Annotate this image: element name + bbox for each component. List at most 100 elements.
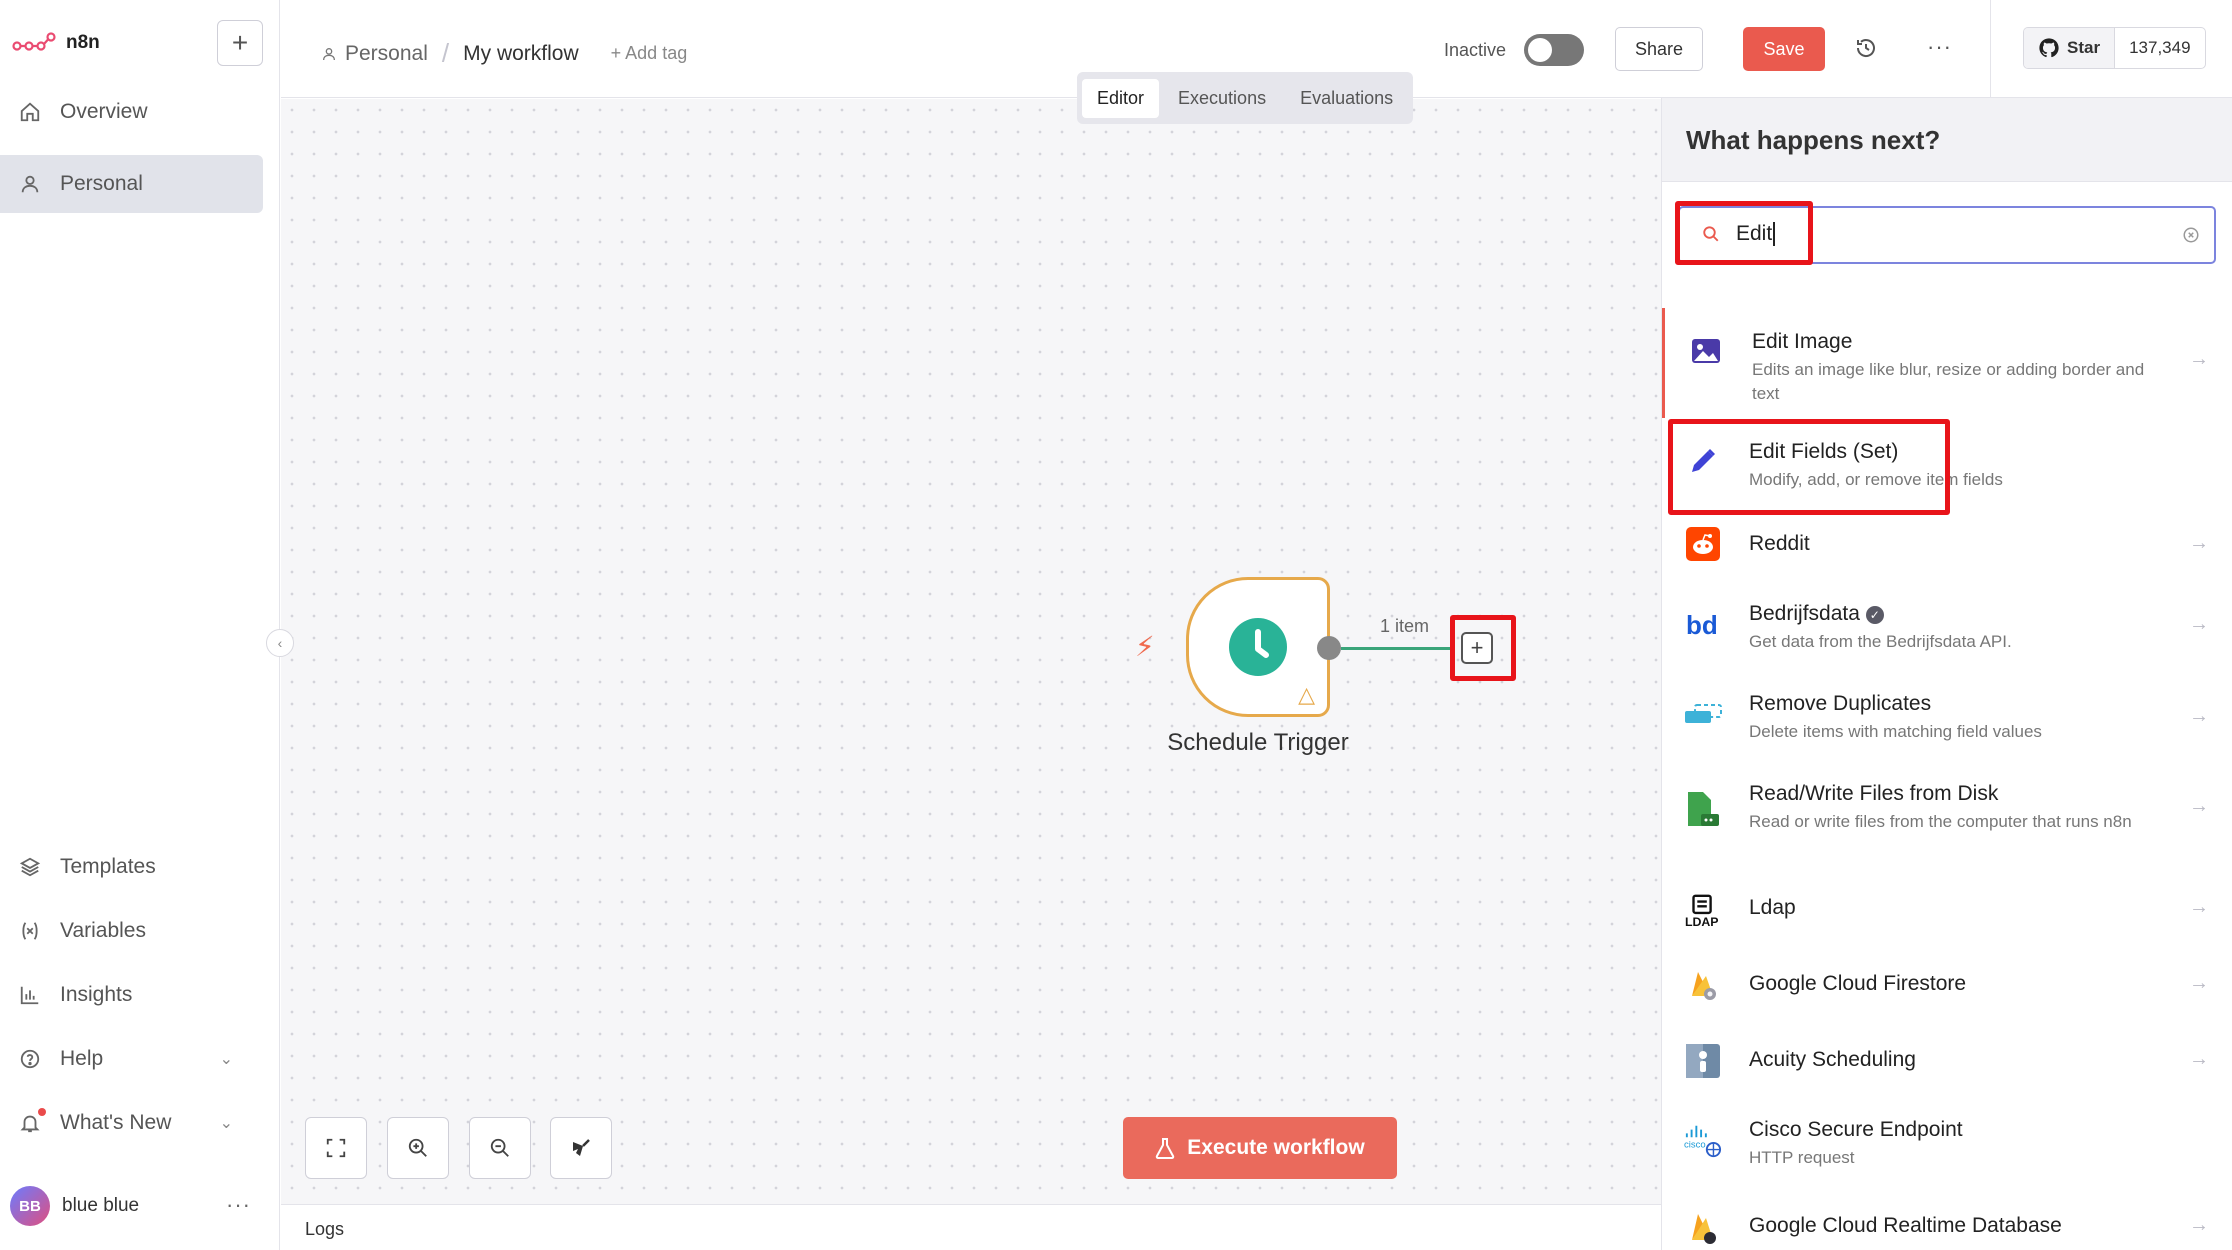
list-item-ldap[interactable]: LDAP Ldap → bbox=[1662, 872, 2232, 946]
tidy-up-button[interactable] bbox=[550, 1117, 612, 1179]
sidebar-item-whats-new[interactable]: What's New ⌄ bbox=[0, 1094, 263, 1152]
zoom-in-button[interactable] bbox=[387, 1117, 449, 1179]
svg-text:cisco: cisco bbox=[1684, 1140, 1706, 1151]
execute-workflow-button[interactable]: Execute workflow bbox=[1123, 1117, 1397, 1179]
tab-evaluations[interactable]: Evaluations bbox=[1285, 79, 1408, 118]
github-star-count: 137,349 bbox=[2129, 38, 2191, 57]
github-star[interactable]: Star bbox=[2024, 28, 2116, 68]
list-item-acuity-scheduling[interactable]: Acuity Scheduling → bbox=[1662, 1022, 2232, 1098]
collapse-sidebar-icon[interactable]: ‹ bbox=[266, 629, 294, 657]
list-item-edit-fields[interactable]: Edit Fields (Set) Modify, add, or remove… bbox=[1662, 418, 2232, 508]
save-button[interactable]: Save bbox=[1743, 27, 1825, 71]
share-button[interactable]: Share bbox=[1615, 27, 1703, 71]
list-item-reddit[interactable]: Reddit → bbox=[1662, 508, 2232, 580]
user-name: blue blue bbox=[62, 1195, 140, 1216]
item-title: Read/Write Files from Disk bbox=[1749, 782, 1999, 805]
panel-header: What happens next? bbox=[1662, 98, 2232, 182]
workflow-name[interactable]: My workflow bbox=[463, 42, 579, 66]
sidebar-item-personal[interactable]: Personal bbox=[0, 155, 263, 213]
node-output-handle[interactable] bbox=[1317, 636, 1341, 660]
svg-text:LDAP: LDAP bbox=[1685, 915, 1719, 929]
list-item-google-cloud-firestore[interactable]: Google Cloud Firestore → bbox=[1662, 946, 2232, 1022]
warning-icon: △ bbox=[1298, 682, 1315, 707]
github-star-label: Star bbox=[2067, 38, 2101, 57]
list-item-read-write-files[interactable]: Read/Write Files from Disk Read or write… bbox=[1662, 760, 2232, 872]
sidebar-item-label: Personal bbox=[60, 172, 143, 195]
remove-duplicates-icon bbox=[1684, 696, 1722, 734]
node-search-input[interactable]: Edit bbox=[1678, 206, 2216, 264]
user-icon bbox=[323, 47, 335, 60]
item-title: Remove Duplicates bbox=[1749, 692, 1932, 715]
item-title: Google Cloud Firestore bbox=[1749, 972, 1967, 995]
item-description: Modify, add, or remove item fields bbox=[1749, 470, 2003, 489]
status-label: Inactive bbox=[1444, 40, 1507, 60]
more-options-icon[interactable]: ··· bbox=[1927, 34, 1952, 60]
sidebar-item-label: Templates bbox=[60, 855, 156, 878]
create-new-button[interactable]: + bbox=[217, 20, 263, 66]
verified-icon: ✓ bbox=[1865, 606, 1884, 624]
sidebar-item-label: Help bbox=[60, 1047, 104, 1070]
user-menu-icon[interactable]: ··· bbox=[226, 1192, 251, 1218]
user-profile[interactable]: BB blue blue bbox=[10, 1186, 139, 1226]
zoom-out-button[interactable] bbox=[469, 1117, 531, 1179]
arrow-right-icon: → bbox=[2189, 972, 2209, 994]
item-description: Read or write files from the computer th… bbox=[1749, 812, 2132, 831]
list-item-edit-image[interactable]: Edit Image Edits an image like blur, res… bbox=[1662, 308, 2232, 418]
panel-title: What happens next? bbox=[1686, 125, 1941, 155]
tab-editor[interactable]: Editor bbox=[1082, 78, 1160, 118]
item-title: Edit Image bbox=[1752, 330, 1853, 353]
notification-dot bbox=[38, 1108, 46, 1116]
item-description: Delete items with matching field values bbox=[1749, 722, 2042, 741]
pencil-icon bbox=[1684, 442, 1722, 480]
item-description: HTTP request bbox=[1749, 1148, 1855, 1167]
fit-view-button[interactable] bbox=[305, 1117, 367, 1179]
arrow-right-icon: → bbox=[2189, 705, 2209, 727]
arrow-right-icon: → bbox=[2189, 613, 2209, 635]
reddit-icon bbox=[1684, 525, 1722, 563]
view-tabs: Editor Executions Evaluations bbox=[1077, 72, 1414, 124]
clear-search-icon[interactable] bbox=[2182, 226, 2200, 249]
sidebar-item-insights[interactable]: Insights bbox=[0, 966, 263, 1024]
logs-bar[interactable]: Logs bbox=[281, 1204, 1661, 1250]
schedule-trigger-node[interactable]: △ bbox=[1186, 577, 1330, 717]
item-title: Google Cloud Realtime Database bbox=[1749, 1214, 2062, 1237]
sidebar-item-variables[interactable]: Variables bbox=[0, 902, 263, 960]
flask-icon bbox=[1156, 1138, 1175, 1159]
firestore-icon bbox=[1684, 966, 1722, 1004]
active-toggle[interactable] bbox=[1524, 34, 1584, 66]
add-tag-button[interactable]: + Add tag bbox=[611, 43, 688, 64]
tab-executions[interactable]: Executions bbox=[1163, 79, 1281, 118]
workflow-canvas[interactable] bbox=[281, 99, 1661, 1204]
home-icon bbox=[16, 98, 44, 126]
sidebar-item-label: Insights bbox=[60, 983, 133, 1006]
add-node-plus-icon[interactable]: + bbox=[1461, 632, 1493, 664]
search-icon bbox=[1702, 225, 1720, 248]
sidebar-item-overview[interactable]: Overview bbox=[0, 83, 263, 141]
zoom-in-icon bbox=[408, 1138, 427, 1157]
sidebar-item-label: Variables bbox=[60, 919, 146, 942]
node-label: Schedule Trigger bbox=[1167, 729, 1349, 756]
sidebar-item-templates[interactable]: Templates bbox=[0, 838, 263, 896]
history-icon[interactable] bbox=[1854, 36, 1880, 62]
logs-label: Logs bbox=[305, 1219, 345, 1239]
avatar: BB bbox=[10, 1186, 50, 1226]
list-item-google-cloud-realtime-database[interactable]: Google Cloud Realtime Database → bbox=[1662, 1188, 2232, 1250]
sidebar: n8n + Overview Personal Templates Variab… bbox=[0, 0, 280, 1250]
chevron-down-icon: ⌄ bbox=[219, 1115, 233, 1132]
n8n-logo[interactable]: n8n bbox=[12, 32, 100, 54]
sidebar-item-help[interactable]: Help ⌄ bbox=[0, 1030, 263, 1088]
logo-text: n8n bbox=[66, 32, 100, 53]
sidebar-item-label: What's New bbox=[60, 1111, 172, 1134]
list-item-cisco-secure-endpoint[interactable]: cisco Cisco Secure Endpoint HTTP request bbox=[1662, 1098, 2232, 1188]
item-title: Bedrijfsdata ✓ bbox=[1749, 602, 2167, 626]
github-star-button[interactable]: Star 137,349 bbox=[2023, 27, 2206, 69]
breadcrumb-project[interactable]: Personal bbox=[345, 42, 428, 66]
list-item-remove-duplicates[interactable]: Remove Duplicates Delete items with matc… bbox=[1662, 670, 2232, 760]
svg-text:bd: bd bbox=[1686, 610, 1718, 640]
list-item-bedrijfsdata[interactable]: bd Bedrijfsdata ✓ Get data from the Bedr… bbox=[1662, 580, 2232, 670]
trigger-bolt-icon: ⚡︎ bbox=[1135, 631, 1155, 662]
arrow-right-icon: → bbox=[2189, 795, 2209, 817]
sidebar-item-label: Overview bbox=[60, 100, 148, 123]
variable-icon bbox=[16, 917, 44, 945]
header-divider bbox=[1990, 0, 1991, 98]
